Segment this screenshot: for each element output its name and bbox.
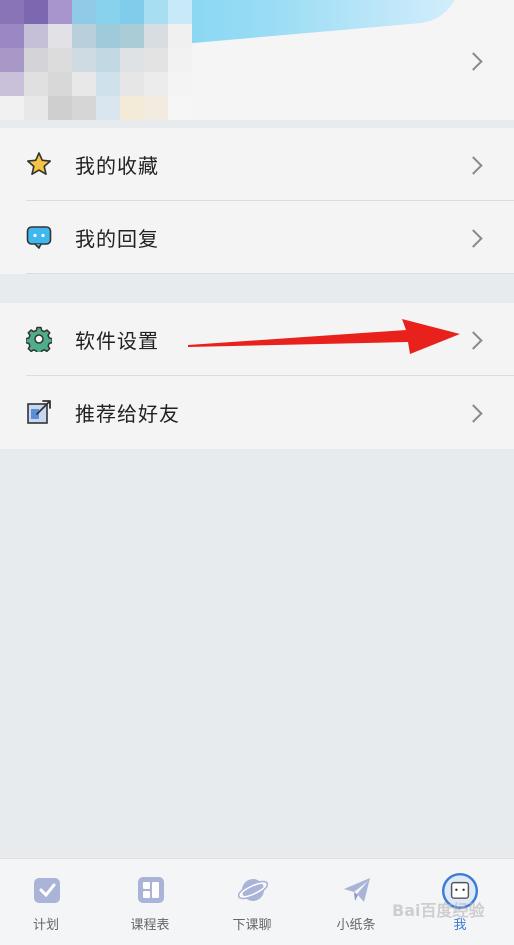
schedule-icon [138, 877, 164, 903]
menu-item-favorites[interactable]: 我的收藏 [0, 128, 514, 201]
tab-notes[interactable]: 小纸条 [316, 859, 396, 945]
chevron-right-icon [464, 404, 483, 423]
tab-label: 计划 [32, 918, 59, 933]
tab-chat[interactable]: 下课聊 [212, 859, 292, 945]
chevron-right-icon [464, 229, 483, 248]
star-icon [27, 152, 51, 175]
menu-item-label: 我的回复 [75, 227, 159, 251]
chat-bubble-icon [26, 226, 52, 249]
menu-item-replies[interactable]: 我的回复 [0, 201, 514, 274]
plan-icon [34, 878, 60, 903]
chevron-right-icon [464, 52, 483, 71]
tab-label: 下课聊 [232, 918, 272, 933]
tab-label: 小纸条 [336, 918, 376, 933]
gear-icon [26, 326, 52, 352]
menu-item-label: 我的收藏 [75, 154, 159, 178]
menu-item-label: 推荐给好友 [75, 402, 180, 426]
baidu-watermark: Bai百度经验 [392, 901, 485, 920]
share-icon [27, 400, 51, 424]
menu-item-recommend[interactable]: 推荐给好友 [0, 376, 514, 449]
pixelated-avatar [0, 0, 192, 120]
chat-planet-icon [238, 879, 268, 901]
paper-plane-icon [344, 878, 370, 902]
menu-group-1: 我的收藏 我的回复 [0, 128, 514, 274]
menu-item-label: 软件设置 [75, 329, 159, 353]
red-arrow-annotation [188, 319, 460, 354]
profile-header[interactable] [0, 0, 514, 120]
chevron-right-icon [464, 156, 483, 175]
tab-label: 课程表 [130, 918, 170, 933]
divider [26, 273, 514, 274]
tab-plan[interactable]: 计划 [6, 859, 86, 945]
tab-schedule[interactable]: 课程表 [110, 859, 190, 945]
